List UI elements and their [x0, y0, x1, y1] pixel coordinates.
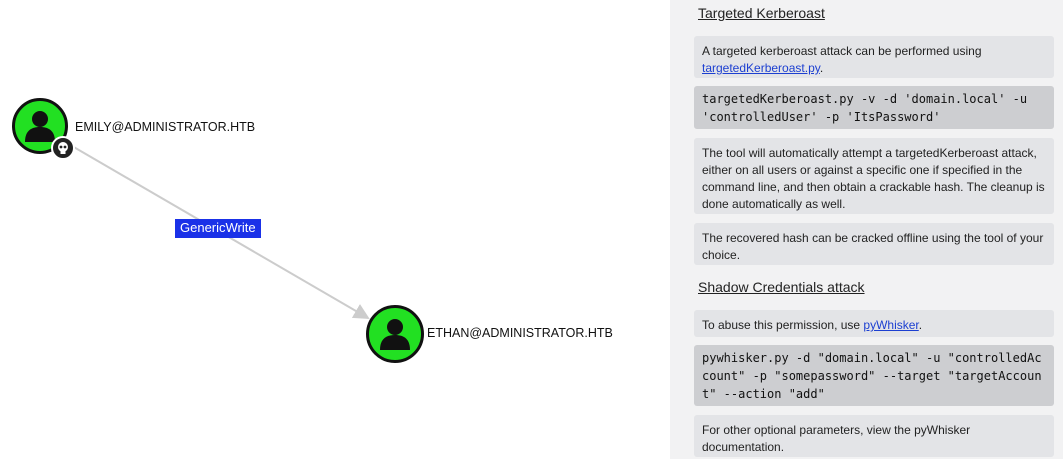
section-title-targeted-kerberoast[interactable]: Targeted Kerberoast [698, 5, 825, 21]
shadow-other: For other optional parameters, view the … [694, 415, 1054, 457]
user-node-circle[interactable] [366, 305, 424, 363]
pywhisker-link[interactable]: pyWhisker [863, 318, 918, 332]
targetedkerberoast-link[interactable]: targetedKerberoast.py [702, 61, 820, 75]
pywhisker-command[interactable]: pywhisker.py -d "domain.local" -u "contr… [694, 345, 1054, 406]
kerberoast-intro: A targeted kerberoast attack can be perf… [694, 36, 1054, 78]
intro-end: . [819, 61, 824, 75]
edge-genericwrite[interactable] [0, 0, 670, 459]
edge-label-genericwrite[interactable]: GenericWrite [175, 219, 261, 238]
abuse-text: To abuse this permission, use [702, 318, 864, 332]
graph-canvas[interactable]: EMILY@ADMINISTRATOR.HTB ETHAN@ADMINISTRA… [0, 0, 670, 459]
user-icon [25, 111, 55, 142]
owned-skull-icon [51, 136, 75, 160]
abuse-end: . [918, 318, 923, 332]
kerberoast-description: The tool will automatically attempt a ta… [694, 138, 1054, 214]
shadow-abuse: To abuse this permission, use pyWhisker. [694, 310, 1054, 337]
node-label: EMILY@ADMINISTRATOR.HTB [75, 120, 256, 134]
user-icon [380, 319, 410, 350]
kerberoast-recovered: The recovered hash can be cracked offlin… [694, 223, 1054, 265]
section-title-shadow-credentials[interactable]: Shadow Credentials attack [698, 279, 865, 295]
help-panel[interactable]: Targeted Kerberoast A targeted kerberoas… [670, 0, 1063, 459]
intro-text: A targeted kerberoast attack can be perf… [702, 44, 982, 58]
node-label: ETHAN@ADMINISTRATOR.HTB [427, 326, 613, 340]
kerberoast-command[interactable]: targetedKerberoast.py -v -d 'domain.loca… [694, 86, 1054, 129]
